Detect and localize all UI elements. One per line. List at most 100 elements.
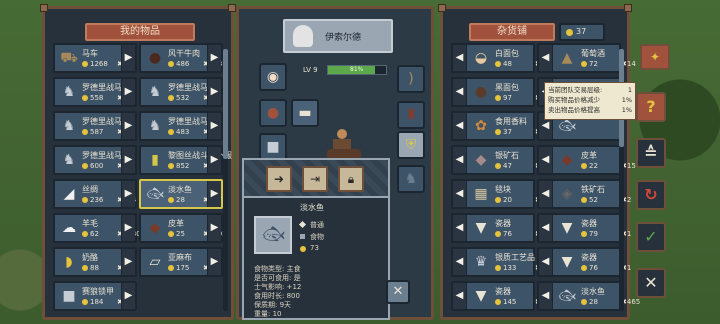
shop-item-slot[interactable]: 🐟︎ 淡水鱼 28 ✖465 ◀: [537, 281, 640, 311]
shop-item-slot[interactable]: ◆ 皮革 22 ✖15 ◀: [537, 145, 636, 175]
sell-arrow-button[interactable]: ▶: [207, 215, 221, 241]
inventory-scroll-thumb[interactable]: [223, 49, 228, 159]
buy-arrow-button[interactable]: ◀: [453, 45, 467, 71]
sell-arrow-button[interactable]: ▶: [121, 79, 135, 105]
shop-panel: 杂货铺 37 ◒白面包48✖13◀▲葡萄酒72✖14◀●黑面包97✖12◀◉油脂…: [438, 4, 640, 320]
sell-arrow-button[interactable]: ▶: [207, 181, 221, 207]
sort-button[interactable]: ≙: [636, 138, 666, 168]
tooltip-label: 购买物品价格减少: [548, 96, 600, 104]
buy-arrow-button[interactable]: ◀: [453, 283, 467, 309]
buy-arrow-button[interactable]: ◀: [539, 249, 553, 275]
item-price: 532: [176, 94, 190, 102]
item-price: 28: [176, 196, 185, 204]
buy-arrow-button[interactable]: ◀: [539, 215, 553, 241]
item-name: 风干牛肉: [168, 49, 200, 58]
buy-arrow-button[interactable]: ◀: [539, 181, 553, 207]
close-detail-button[interactable]: ✕: [386, 280, 410, 304]
equip-slot-armor[interactable]: ■: [259, 133, 287, 161]
equip-slot-shield[interactable]: ⛨: [397, 131, 425, 159]
buy-arrow-button[interactable]: ◀: [539, 147, 553, 173]
item-price: 72: [589, 60, 598, 68]
quality-dot: [298, 220, 307, 229]
sell-arrow-button[interactable]: ▶: [121, 249, 135, 275]
inventory-item-slot[interactable]: ♞罗德里战马532✖4▶: [139, 77, 223, 107]
coin-icon: [495, 95, 501, 101]
item-name: 皮革: [168, 219, 184, 228]
porcelain-icon: ▼: [475, 220, 487, 236]
inventory-item-slot[interactable]: ◆皮革25✖1792▶: [139, 213, 227, 243]
reset-button[interactable]: ↻: [636, 180, 666, 210]
shop-item-slot[interactable]: ▼瓷器76✖1◀: [451, 213, 545, 243]
sell-arrow-button[interactable]: ▶: [207, 147, 221, 173]
sell-arrow-button[interactable]: ▶: [207, 113, 221, 139]
buy-arrow-button[interactable]: ◀: [453, 181, 467, 207]
sell-arrow-button[interactable]: ▶: [121, 147, 135, 173]
item-name: 淡水鱼: [168, 185, 192, 194]
coin-icon: [168, 265, 174, 271]
inventory-item-slot[interactable]: ■赛狼锁甲184✖1▶: [53, 281, 137, 311]
lock-button[interactable]: 🔒︎: [338, 166, 364, 192]
linen-icon: ▱: [149, 254, 161, 270]
gloves-icon: ●: [266, 105, 280, 121]
coin-icon: [495, 231, 501, 237]
shop-item-slot[interactable]: ▼瓷器76✖1◀: [537, 247, 631, 277]
equip-slot-gloves[interactable]: ●: [259, 99, 287, 127]
sell-arrow-button[interactable]: ▶: [121, 45, 135, 71]
buy-arrow-button[interactable]: ◀: [453, 249, 467, 275]
buy-arrow-button[interactable]: ◀: [539, 283, 553, 309]
inventory-item-slot[interactable]: ⛟马车1268✖1▶: [53, 43, 137, 73]
shop-item-slot[interactable]: ◈ 铁矿石 52 ✖2 ◀: [537, 179, 631, 209]
equip-slot-mount[interactable]: ♞: [397, 165, 425, 193]
move-all-button[interactable]: ⇥: [302, 166, 328, 192]
sell-arrow-button[interactable]: ▶: [121, 283, 135, 309]
shop-item-slot[interactable]: ▼ 瓷器 79 ✖1 ◀: [537, 213, 631, 243]
buy-arrow-button[interactable]: ◀: [453, 215, 467, 241]
inventory-scrollbar[interactable]: [223, 49, 228, 311]
inventory-item-slot[interactable]: ♞罗德里战马558✖4▶: [53, 77, 137, 107]
buy-arrow-button[interactable]: ◀: [453, 113, 467, 139]
inventory-item-slot[interactable]: 🐟︎淡水鱼28✖6372▶: [139, 179, 227, 209]
inventory-item-slot[interactable]: ♞罗德里战马587✖1▶: [53, 111, 137, 141]
sell-arrow-button[interactable]: ▶: [207, 249, 221, 275]
inventory-item-slot[interactable]: ▱亚麻布175✖1▶: [139, 247, 223, 277]
shop-item-slot[interactable]: ♛银质工艺品133✖1◀: [451, 247, 545, 277]
buy-arrow-button[interactable]: ◀: [539, 45, 553, 71]
bread-icon: ◒: [474, 50, 488, 66]
inventory-item-slot[interactable]: ♞罗德里战马600✖4▶: [53, 145, 137, 175]
detail-category: 食物: [310, 233, 324, 241]
sell-arrow-button[interactable]: ▶: [207, 79, 221, 105]
shop-item-slot[interactable]: ◒白面包48✖13◀: [451, 43, 550, 73]
item-name: 罗德里战马: [82, 83, 122, 92]
shop-item-slot[interactable]: ▼瓷器145✖2◀: [451, 281, 545, 311]
sell-arrow-button[interactable]: ▶: [207, 45, 221, 71]
move-one-button[interactable]: ➜: [266, 166, 292, 192]
cancel-button[interactable]: ✕: [636, 268, 666, 298]
item-name: 白面包: [495, 49, 519, 58]
shop-item-slot[interactable]: ✿食用香料37✖5◀: [451, 111, 545, 141]
inventory-item-slot[interactable]: ◢丝绸236✖224▶: [53, 179, 137, 209]
panel-corner: [40, 4, 48, 12]
shop-item-slot[interactable]: ●黑面包97✖12◀: [451, 77, 550, 107]
inventory-item-slot[interactable]: ♞罗德里战马483✖1▶: [139, 111, 223, 141]
equip-slot-cape[interactable]: ♜: [397, 101, 425, 129]
sell-arrow-button[interactable]: ▶: [121, 113, 135, 139]
sell-arrow-button[interactable]: ▶: [121, 215, 135, 241]
buy-arrow-button[interactable]: ◀: [453, 79, 467, 105]
buy-arrow-button[interactable]: ◀: [453, 147, 467, 173]
equip-slot-bow[interactable]: ): [397, 65, 425, 93]
confirm-button[interactable]: ✓: [636, 222, 666, 252]
tooltip-label: 当前团队交易层级:: [548, 86, 603, 94]
item-name: 皮革: [581, 151, 597, 160]
shop-item-slot[interactable]: ▦毯块20✖3◀: [451, 179, 545, 209]
help-button[interactable]: ?: [636, 92, 666, 122]
equip-slot-boots[interactable]: ▬: [291, 99, 319, 127]
equip-slot-helmet[interactable]: ◉: [259, 63, 287, 91]
shop-item-slot[interactable]: ▲ 葡萄酒 72 ✖14 ◀: [537, 43, 636, 73]
shop-item-slot[interactable]: ◆银矿石47✖11◀: [451, 145, 550, 175]
inventory-item-slot[interactable]: ●风干牛肉486✖8681▶: [139, 43, 227, 73]
sell-arrow-button[interactable]: ▶: [121, 181, 135, 207]
coin-icon: [581, 231, 587, 237]
inventory-item-slot[interactable]: ☁羊毛62✖1430▶: [53, 213, 141, 243]
inventory-item-slot[interactable]: ▮黎图丝战斗女仆服852✖1▶: [139, 145, 232, 175]
inventory-item-slot[interactable]: ◗奶酪88✖93▶: [53, 247, 137, 277]
